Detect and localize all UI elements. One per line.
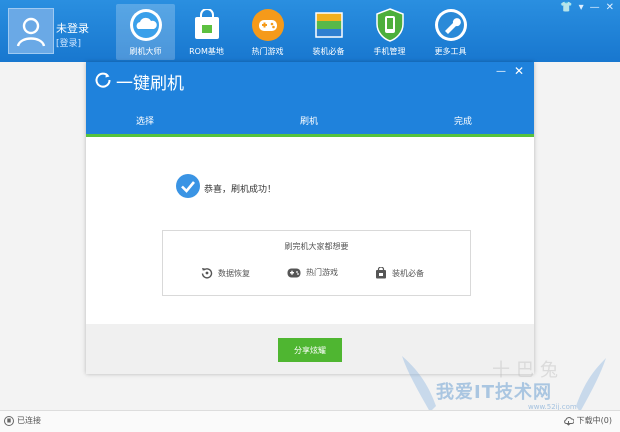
- recommend-item-data-restore[interactable]: 数据恢复: [201, 267, 250, 279]
- nav-label: ROM基地: [189, 47, 224, 56]
- nav-item-phone-manager[interactable]: 手机管理: [360, 4, 419, 60]
- flash-dialog: 一键刷机 — ✕ 选择 刷机 完成 恭喜，刷机成功！ 刷完机大家都想要 数据恢复…: [86, 62, 534, 374]
- recommend-label: 热门游戏: [306, 268, 338, 277]
- window-controls: 👕 ▾ — ✕: [560, 2, 614, 13]
- dialog-title: 一键刷机: [116, 74, 184, 94]
- nav-label: 热门游戏: [251, 47, 284, 56]
- nav-item-flash-master[interactable]: 刷机大师: [116, 4, 175, 60]
- recommend-box: 刷完机大家都想要 数据恢复 热门游戏 装机必备: [162, 230, 471, 296]
- dialog-header: 一键刷机 — ✕ 选择 刷机 完成: [86, 62, 534, 137]
- login-link[interactable]: [登录]: [56, 36, 81, 49]
- nav-label: 更多工具: [434, 47, 467, 56]
- connection-label: 已连接: [17, 416, 41, 425]
- download-icon: [563, 416, 574, 426]
- cloud-icon: [129, 8, 163, 42]
- nav-label: 刷机大师: [129, 47, 162, 56]
- wrench-icon: [434, 8, 468, 42]
- nav-item-more-tools[interactable]: 更多工具: [421, 4, 480, 60]
- phone-shield-icon: [373, 8, 407, 42]
- share-button[interactable]: 分享炫耀: [278, 338, 342, 362]
- watermark: 十巴兔 我爱IT技术网 www.52ij.com: [400, 354, 610, 414]
- watermark-main-text: 我爱IT技术网: [436, 382, 552, 403]
- nav-label: 手机管理: [373, 47, 406, 56]
- gamepad-icon: [251, 8, 285, 42]
- close-icon[interactable]: ✕: [606, 2, 614, 13]
- recommend-label: 装机必备: [392, 268, 424, 278]
- step-flash: 刷机: [300, 117, 319, 127]
- restore-icon: [201, 268, 213, 279]
- gamepad-icon: [287, 268, 301, 277]
- downloads-label: 下载中(0): [576, 416, 612, 425]
- shopping-bag-icon: [190, 8, 224, 42]
- connection-status: 已连接: [4, 415, 41, 426]
- status-bar: 已连接 下载中(0): [0, 410, 620, 432]
- success-message: 恭喜，刷机成功！: [204, 185, 277, 195]
- check-icon: [176, 174, 200, 198]
- refresh-icon: [95, 72, 111, 88]
- step-select: 选择: [136, 117, 155, 127]
- recommend-label: 数据恢复: [218, 268, 250, 278]
- skin-icon[interactable]: 👕: [560, 2, 572, 13]
- minimize-icon[interactable]: —: [590, 2, 600, 13]
- recommend-item-hot-games[interactable]: 热门游戏: [287, 267, 338, 278]
- dialog-close-icon[interactable]: ✕: [514, 64, 524, 78]
- recommend-item-essentials[interactable]: 装机必备: [375, 267, 424, 279]
- nav-item-hot-games[interactable]: 热门游戏: [238, 4, 297, 60]
- stack-icon: [312, 8, 346, 42]
- nav-label: 装机必备: [312, 47, 345, 56]
- top-bar: 👕 ▾ — ✕ 未登录 [登录] 刷机大师 ROM基地 热门游戏 装机必备 手机…: [0, 0, 620, 62]
- nav-item-rom-base[interactable]: ROM基地: [177, 4, 236, 60]
- menu-icon[interactable]: ▾: [579, 2, 584, 13]
- step-done: 完成: [454, 117, 473, 127]
- dialog-minimize-icon[interactable]: —: [496, 66, 506, 77]
- download-status[interactable]: 下载中(0): [563, 415, 612, 426]
- user-avatar-icon: [16, 17, 46, 47]
- nav-item-essentials[interactable]: 装机必备: [299, 4, 358, 60]
- user-name: 未登录: [56, 22, 89, 35]
- recommend-title: 刷完机大家都想要: [284, 242, 349, 251]
- avatar[interactable]: [8, 8, 54, 54]
- plug-icon: [4, 415, 14, 426]
- main-nav: 刷机大师 ROM基地 热门游戏 装机必备 手机管理 更多工具: [116, 4, 482, 60]
- bag-icon: [376, 267, 386, 279]
